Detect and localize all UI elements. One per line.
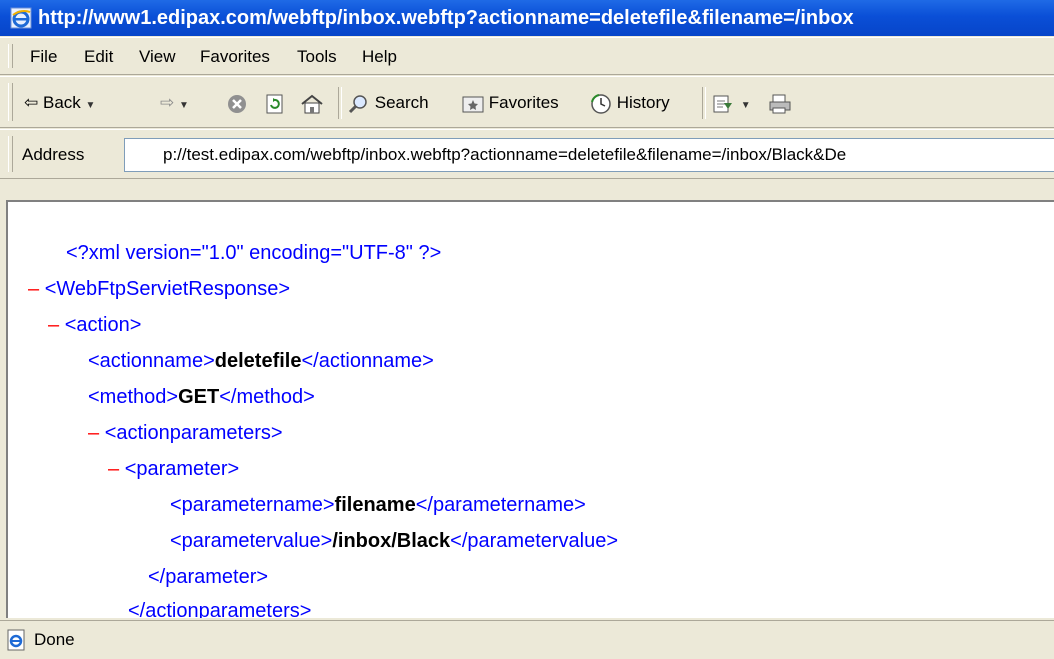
search-button[interactable]: Search [348, 85, 429, 121]
xml-node-actionname: <actionname>deletefile</actionname> [88, 346, 434, 376]
status-bar: Done [0, 620, 1054, 659]
xml-node-actionparameters-close: </actionparameters> [128, 596, 311, 618]
xml-node-parametervalue: <parametervalue>/inbox/Black</parameterv… [170, 526, 618, 556]
toolbar-separator [338, 87, 342, 119]
xml-tag: <WebFtpServietResponse> [44, 278, 291, 300]
stop-icon [228, 94, 246, 113]
favorites-folder-icon [462, 96, 484, 113]
xml-tag: </actionparameters> [128, 600, 312, 618]
xml-tag: </parameter> [148, 566, 269, 588]
search-button-label: Search [374, 93, 429, 112]
menu-bar: File Edit View Favorites Tools Help [0, 37, 1054, 75]
xml-value: deletefile [214, 350, 302, 372]
favorites-button[interactable]: Favorites [462, 85, 559, 121]
printer-icon [769, 94, 791, 114]
back-arrow-icon: ⇦ [24, 93, 39, 112]
forward-arrow-icon: ⇨ [160, 93, 175, 112]
toolbar-grip[interactable] [8, 83, 13, 121]
xml-tag: <method> [88, 386, 179, 408]
collapse-toggle[interactable]: – [48, 314, 59, 336]
print-button[interactable] [768, 85, 792, 121]
xml-node-parameter: – <parameter> [108, 454, 239, 484]
standard-toolbar: ⇦ Back ▼ ⇨ ▼ Search Favorites History ▼ [0, 76, 1054, 128]
address-label: Address [22, 145, 85, 164]
xml-node-method: <method>GET</method> [88, 382, 315, 412]
xml-tag: <parametervalue> [170, 530, 333, 552]
collapse-toggle[interactable]: – [108, 458, 119, 480]
internet-explorer-icon [10, 7, 32, 29]
menu-bar-grip[interactable] [8, 44, 13, 68]
xml-node-root: – <WebFtpServietResponse> [28, 274, 290, 304]
menu-favorites[interactable]: Favorites [200, 38, 270, 76]
forward-dropdown-icon[interactable]: ▼ [179, 100, 189, 111]
menu-help[interactable]: Help [362, 38, 397, 76]
menu-tools[interactable]: Tools [297, 38, 337, 76]
menu-view[interactable]: View [139, 38, 176, 76]
xml-tag: </method> [219, 386, 315, 408]
address-url-text: p://test.edipax.com/webftp/inbox.webftp?… [163, 145, 847, 164]
xml-node-parametername: <parametername>filename</parametername> [170, 490, 586, 520]
xml-tag: <parametername> [170, 494, 335, 516]
xml-declaration: <?xml version="1.0" encoding="UTF-8" ?> [66, 242, 442, 264]
xml-tag: </parametername> [415, 494, 586, 516]
collapse-toggle[interactable]: – [28, 278, 39, 300]
address-input[interactable]: p://test.edipax.com/webftp/inbox.webftp?… [124, 138, 1054, 172]
address-bar: Address p://test.edipax.com/webftp/inbox… [0, 129, 1054, 179]
title-bar: http://www1.edipax.com/webftp/inbox.webf… [0, 0, 1054, 36]
refresh-icon [266, 94, 283, 114]
xml-value: /inbox/Black [332, 530, 451, 552]
favorites-button-label: Favorites [488, 93, 559, 112]
toolbar-separator [702, 87, 706, 119]
xml-tag: <parameter> [124, 458, 240, 480]
xml-tag: <actionparameters> [104, 422, 283, 444]
xml-tag: <actionname> [88, 350, 215, 372]
history-button-label: History [616, 93, 670, 112]
menu-edit[interactable]: Edit [84, 38, 113, 76]
mail-button[interactable]: ▼ [712, 85, 751, 121]
forward-button[interactable]: ⇨ ▼ [160, 85, 189, 121]
xml-value: filename [334, 494, 416, 516]
xml-node-action: – <action> [48, 310, 141, 340]
xml-document-view[interactable]: <?xml version="1.0" encoding="UTF-8" ?> … [6, 200, 1054, 618]
page-done-icon [7, 629, 25, 651]
status-text: Done [34, 630, 75, 649]
collapse-toggle[interactable]: – [88, 422, 99, 444]
back-button[interactable]: ⇦ Back ▼ [24, 85, 95, 121]
address-bar-grip[interactable] [8, 136, 13, 172]
history-button[interactable]: History [590, 85, 670, 121]
refresh-button[interactable] [264, 85, 286, 121]
history-icon [591, 93, 611, 114]
xml-tag: </actionname> [301, 350, 434, 372]
xml-tag: </parametervalue> [450, 530, 619, 552]
home-icon [301, 94, 323, 114]
stop-button[interactable] [226, 85, 248, 121]
xml-value: GET [178, 386, 220, 408]
xml-node-actionparameters: – <actionparameters> [88, 418, 283, 448]
search-icon [348, 94, 367, 113]
xml-tag: <action> [64, 314, 142, 336]
home-button[interactable] [300, 85, 324, 121]
mail-icon [713, 95, 732, 113]
menu-file[interactable]: File [30, 38, 57, 76]
back-button-label: Back [42, 93, 81, 112]
mail-dropdown-icon[interactable]: ▼ [741, 100, 751, 111]
back-dropdown-icon[interactable]: ▼ [86, 100, 96, 111]
window-title: http://www1.edipax.com/webftp/inbox.webf… [38, 7, 854, 29]
xml-node-parameter-close: </parameter> [148, 562, 268, 592]
